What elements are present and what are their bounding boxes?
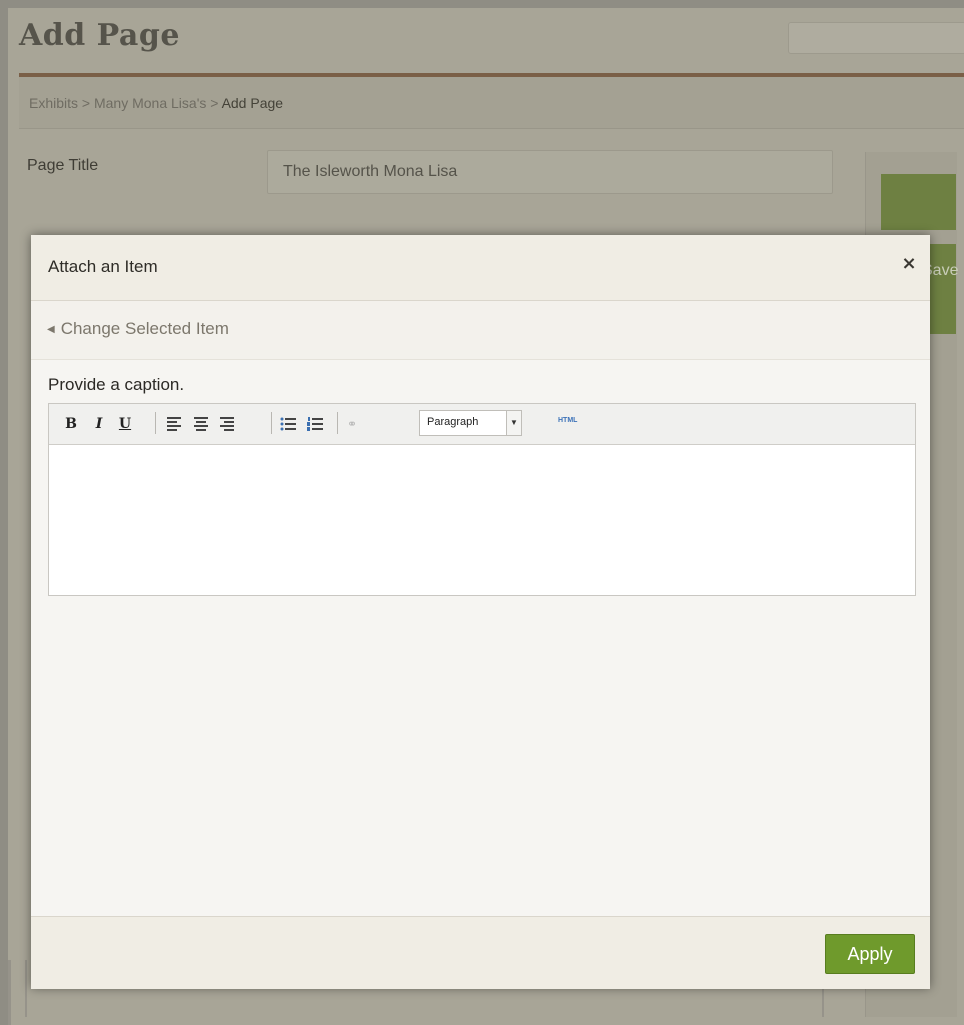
align-center-icon[interactable] [194,417,208,431]
change-selected-item-link[interactable]: ◀ Change Selected Item [47,319,229,339]
page-title-label: Page Title [27,157,99,174]
align-right-icon[interactable] [220,417,234,431]
format-select-value: Paragraph [427,416,479,428]
page-title-input[interactable]: The Isleworth Mona Lisa [267,150,833,194]
caption-editor: B I U ⚭ Paragraph ▼ HTML [48,403,916,596]
breadcrumb-bar: Exhibits > Many Mona Lisa's > Add Page [19,77,964,129]
breadcrumb: Exhibits > Many Mona Lisa's > Add Page [29,95,283,111]
change-link-label: Change Selected Item [60,319,229,338]
search-input[interactable] [788,22,964,54]
format-select[interactable]: Paragraph ▼ [419,410,522,436]
bold-button[interactable]: B [61,413,81,435]
change-item-bar: ◀ Change Selected Item [31,301,930,360]
modal-title: Attach an Item [48,257,158,276]
chevron-down-icon: ▼ [506,411,521,435]
page-edge [8,960,11,1025]
close-icon[interactable]: × [898,253,920,275]
editor-toolbar: B I U ⚭ Paragraph ▼ HTML [49,404,915,445]
bullet-list-icon[interactable] [280,416,296,432]
toolbar-divider [337,412,338,434]
link-icon[interactable]: ⚭ [347,417,363,431]
numbered-list-icon[interactable] [307,416,323,432]
triangle-left-icon: ◀ [47,324,55,335]
breadcrumb-trail[interactable]: Exhibits > Many Mona Lisa's > [29,95,222,111]
apply-button[interactable]: Apply [825,934,915,974]
underline-button[interactable]: U [115,413,135,435]
attach-item-modal: Attach an Item × ◀ Change Selected Item P… [31,235,930,989]
italic-button[interactable]: I [89,413,109,435]
toolbar-divider [155,412,156,434]
publish-button[interactable] [881,174,956,230]
modal-header: Attach an Item × [31,235,930,301]
caption-textarea[interactable] [49,445,915,595]
html-button[interactable]: HTML [558,417,577,424]
breadcrumb-current: Add Page [221,95,284,111]
align-left-icon[interactable] [167,417,181,431]
page-title: Add Page [19,18,180,53]
caption-label: Provide a caption. [48,375,185,394]
toolbar-divider [271,412,272,434]
modal-footer: Apply [31,916,930,989]
